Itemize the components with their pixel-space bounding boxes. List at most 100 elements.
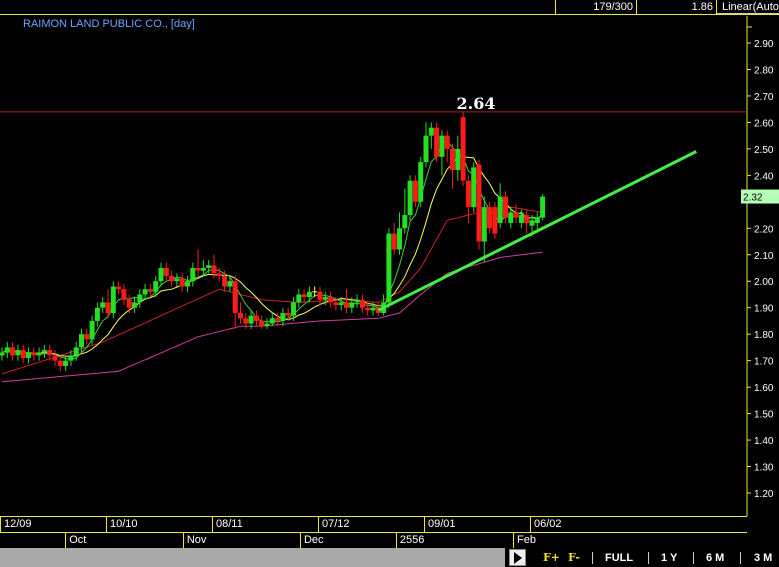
candle-body xyxy=(518,215,524,223)
price-chart[interactable]: 2.90 2.80 2.70 2.60 2.50 2.40 2.20 2.10 2.00 1.90… xyxy=(0,16,779,516)
candle-body xyxy=(20,350,26,358)
candle-body xyxy=(301,294,307,298)
candle-body xyxy=(68,355,74,361)
candle-body xyxy=(524,215,530,223)
candle xyxy=(455,135,461,181)
candle-body xyxy=(397,228,402,250)
month-tick-label: Oct xyxy=(65,533,86,548)
candle-body xyxy=(26,352,31,358)
candle-body xyxy=(57,360,63,366)
bars-count: 179/300 xyxy=(555,0,636,14)
candle xyxy=(100,297,106,313)
candle-body xyxy=(534,217,540,223)
candle-body xyxy=(116,286,122,290)
candle xyxy=(306,286,312,303)
candle xyxy=(428,122,434,149)
scroll-right-button[interactable] xyxy=(509,549,526,566)
last-price-label: 2.32 xyxy=(743,193,763,204)
candle-body xyxy=(147,289,153,292)
candle-body xyxy=(269,318,275,324)
y-tick-label: 1.20 xyxy=(754,489,774,500)
range-3m-button[interactable]: 3 M xyxy=(754,550,772,566)
candle-body xyxy=(137,294,143,303)
y-tick-label: 1.60 xyxy=(754,383,774,394)
candle xyxy=(41,344,47,358)
candle-body xyxy=(185,281,190,287)
candle-body xyxy=(328,297,334,303)
candle-body xyxy=(497,196,503,223)
candle xyxy=(423,122,429,168)
candle-body xyxy=(291,302,296,316)
divider xyxy=(740,552,741,564)
candle xyxy=(174,273,180,287)
range-6m-button[interactable]: 6 M xyxy=(706,550,724,566)
scale-mode-selector[interactable]: Linear(Auto xyxy=(716,0,779,14)
candle xyxy=(195,249,201,276)
candle xyxy=(317,286,323,306)
horizontal-scrollbar[interactable] xyxy=(0,548,505,567)
candle-body xyxy=(322,297,328,300)
candle-body xyxy=(63,360,69,366)
y-tick-label: 2.70 xyxy=(754,92,774,103)
candle xyxy=(434,122,440,163)
candle xyxy=(524,209,530,234)
candle xyxy=(301,289,307,303)
candle xyxy=(84,328,90,345)
candle xyxy=(344,289,349,313)
candle-body xyxy=(36,352,42,356)
candle-body xyxy=(200,267,206,271)
candle xyxy=(121,283,127,306)
bottom-toolbar: F+ F- FULL 1 Y 6 M 3 M xyxy=(0,548,779,567)
candle xyxy=(52,350,58,366)
date-tick-label: 07/12 xyxy=(318,517,350,532)
candle xyxy=(185,275,190,292)
zoom-in-button[interactable]: F+ xyxy=(543,550,560,566)
candle-body xyxy=(428,127,434,136)
candle-body xyxy=(47,350,53,356)
zoom-out-button[interactable]: F- xyxy=(568,550,580,566)
date-tick-label: 10/10 xyxy=(106,517,138,532)
candle-body xyxy=(100,302,106,308)
candle xyxy=(264,318,270,329)
range-1y-button[interactable]: 1 Y xyxy=(661,550,677,566)
candle xyxy=(4,342,10,358)
candle-body xyxy=(79,334,84,348)
candle xyxy=(253,310,259,327)
candle xyxy=(15,344,21,361)
y-tick-label: 2.80 xyxy=(754,65,774,76)
candle-body xyxy=(418,162,424,202)
y-tick-label: 1.40 xyxy=(754,436,774,447)
candle xyxy=(31,347,37,361)
date-tick-label: 12/09 xyxy=(0,517,32,532)
candle-body xyxy=(15,350,21,356)
y-tick-label: 1.70 xyxy=(754,357,774,368)
y-tick-label: 2.90 xyxy=(754,39,774,50)
candle xyxy=(280,307,286,327)
candle xyxy=(497,183,503,229)
candle-body xyxy=(238,312,243,319)
candle xyxy=(481,196,487,263)
candle-body xyxy=(253,315,259,321)
candle-body xyxy=(31,352,37,356)
y-tick-label: 2.40 xyxy=(754,171,774,182)
candle-body xyxy=(333,302,339,306)
candle-body xyxy=(158,267,164,282)
candle-body xyxy=(285,312,291,316)
candle-body xyxy=(444,135,450,149)
trendline xyxy=(377,150,697,312)
date-tick-label: 06/02 xyxy=(530,517,562,532)
candle xyxy=(476,159,482,250)
candle xyxy=(0,347,5,361)
candle xyxy=(238,302,243,324)
candle-body xyxy=(243,318,249,324)
candle-body xyxy=(338,302,344,306)
candle xyxy=(359,294,365,313)
candle xyxy=(73,342,79,361)
candle-body xyxy=(370,307,376,311)
candle xyxy=(354,294,360,308)
date-tick-label: 08/11 xyxy=(212,517,243,532)
candle xyxy=(206,260,212,274)
divider xyxy=(648,552,649,564)
candle-body xyxy=(264,323,270,327)
range-full-button[interactable]: FULL xyxy=(605,550,633,566)
